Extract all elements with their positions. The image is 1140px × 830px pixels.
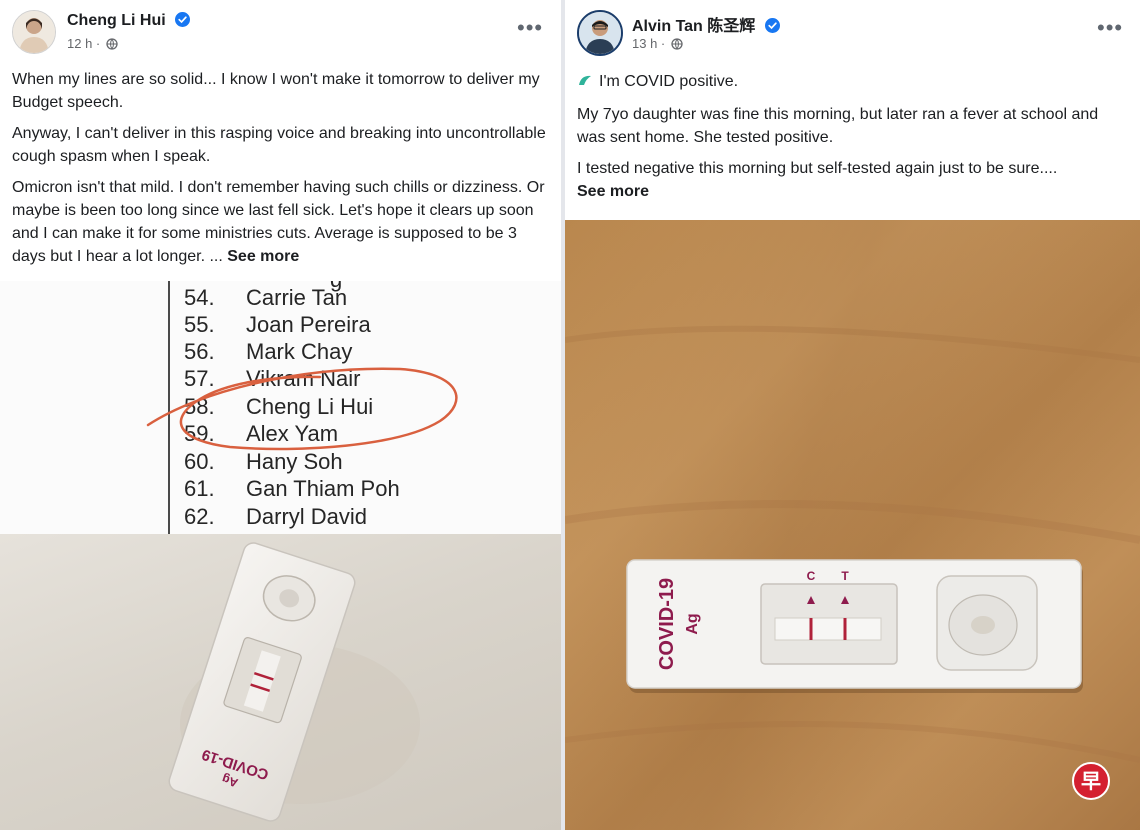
post-paragraph: When my lines are so solid... I know I w… (12, 71, 540, 111)
left-post: Cheng Li Hui 12 h · ••• When my lines ar… (0, 0, 561, 830)
post-body: When my lines are so solid... I know I w… (12, 68, 547, 276)
globe-icon (106, 38, 118, 50)
post-paragraph: Anyway, I can't deliver in this rasping … (12, 125, 546, 165)
globe-icon (671, 38, 683, 50)
verified-badge-icon (764, 18, 780, 33)
control-line-label: C (807, 569, 816, 583)
test-sublabel: Ag (684, 613, 701, 634)
test-kit-illustration: COVID-19 Ag (168, 542, 420, 822)
virus-emoji-icon (579, 75, 591, 85)
verified-badge-icon (175, 12, 191, 27)
post-image-list[interactable]: g 54.Carrie Tan 55.Joan Pereira 56.Mark … (0, 281, 561, 534)
post-timestamp[interactable]: 12 h · (67, 36, 118, 51)
hand-drawn-circle (146, 367, 458, 451)
post-paragraph: I'm COVID positive. (577, 70, 1127, 93)
more-options-icon[interactable]: ••• (1097, 17, 1123, 39)
post-paragraph: I tested negative this morning but self-… (577, 160, 1058, 200)
author-name[interactable]: Cheng Li Hui (67, 12, 191, 30)
post-header: Alvin Tan 陈圣辉 13 h · ••• (577, 10, 1140, 60)
post-body: I'm COVID positive. My 7yo daughter was … (577, 70, 1127, 203)
avatar[interactable] (12, 10, 56, 54)
watermark-logo: 早 (1072, 762, 1110, 800)
author-name[interactable]: Alvin Tan 陈圣辉 (632, 12, 780, 36)
post-paragraph: Omicron isn't that mild. I don't remembe… (12, 179, 545, 265)
more-options-icon[interactable]: ••• (517, 17, 543, 39)
post-header: Cheng Li Hui 12 h · ••• (12, 10, 561, 60)
avatar[interactable] (577, 10, 623, 56)
post-timestamp[interactable]: 13 h · (632, 36, 683, 51)
right-post: Alvin Tan 陈圣辉 13 h · ••• I'm COVID posit… (565, 0, 1140, 830)
antigen-test-photo[interactable]: COVID-19 Ag (0, 534, 561, 830)
see-more-link[interactable]: See more (227, 248, 299, 265)
test-label: COVID-19 (656, 578, 678, 670)
test-line-label: T (841, 569, 849, 583)
antigen-test-photo[interactable]: COVID-19 Ag C T 早 (565, 220, 1140, 830)
see-more-link[interactable]: See more (577, 183, 649, 200)
test-kit-illustration: COVID-19 Ag C T (565, 220, 1140, 830)
post-paragraph: My 7yo daughter was fine this morning, b… (577, 106, 1099, 146)
